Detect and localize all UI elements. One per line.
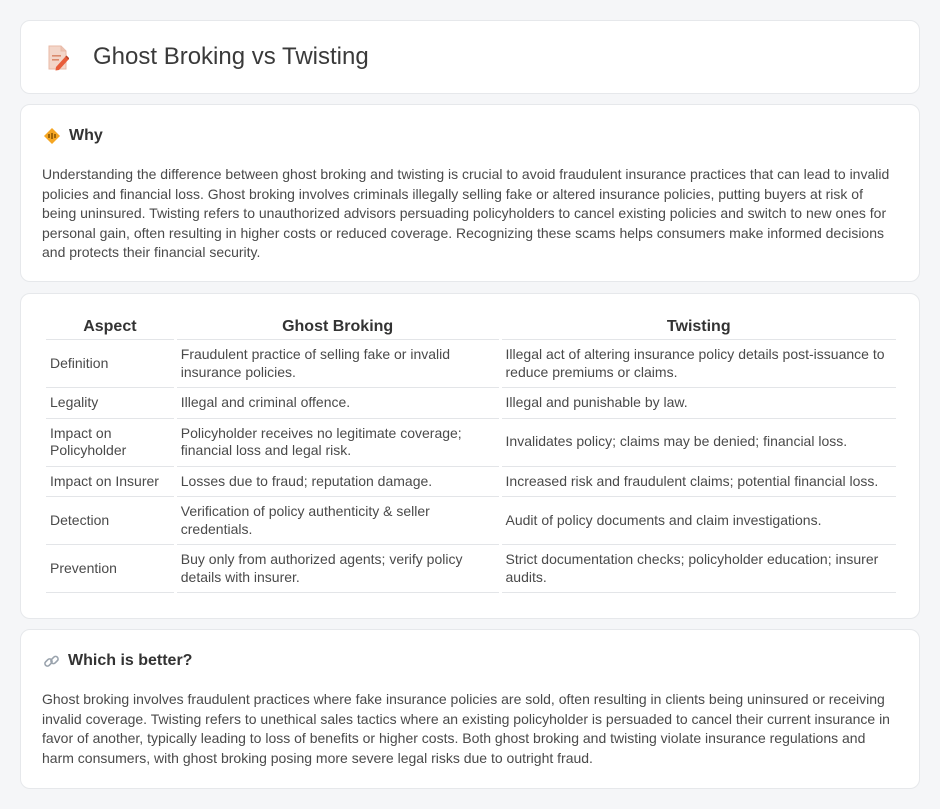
ghost-broking-cell: Verification of policy authenticity & se… <box>176 497 499 545</box>
link-icon <box>43 653 60 670</box>
ghost-broking-cell: Fraudulent practice of selling fake or i… <box>176 340 499 388</box>
comparison-table: Aspect Ghost Broking Twisting Definition… <box>43 316 899 593</box>
why-heading-label: Why <box>69 127 103 144</box>
aspect-cell: Definition <box>46 340 174 388</box>
table-row: Impact on Insurer Losses due to fraud; r… <box>46 467 896 497</box>
table-header-row: Aspect Ghost Broking Twisting <box>46 316 896 340</box>
table-row: Definition Fraudulent practice of sellin… <box>46 340 896 388</box>
column-header-aspect: Aspect <box>46 316 174 340</box>
twisting-cell: Invalidates policy; claims may be denied… <box>501 419 896 467</box>
twisting-cell: Illegal and punishable by law. <box>501 388 896 419</box>
column-header-ghost-broking: Ghost Broking <box>176 316 499 340</box>
twisting-cell: Increased risk and fraudulent claims; po… <box>501 467 896 497</box>
aspect-cell: Impact on Insurer <box>46 467 174 497</box>
column-header-twisting: Twisting <box>501 316 896 340</box>
twisting-cell: Strict documentation checks; policyholde… <box>501 545 896 593</box>
warning-diamond-icon <box>43 127 61 145</box>
aspect-cell: Detection <box>46 497 174 545</box>
why-section: Why Understanding the difference between… <box>20 104 920 282</box>
table-row: Detection Verification of policy authent… <box>46 497 896 545</box>
ghost-broking-cell: Buy only from authorized agents; verify … <box>176 545 499 593</box>
better-heading: Which is better? <box>43 652 192 670</box>
table-row: Prevention Buy only from authorized agen… <box>46 545 896 593</box>
table-row: Legality Illegal and criminal offence. I… <box>46 388 896 419</box>
ghost-broking-cell: Illegal and criminal offence. <box>176 388 499 419</box>
document-pencil-icon <box>47 45 70 71</box>
ghost-broking-cell: Policyholder receives no legitimate cove… <box>176 419 499 467</box>
why-heading: Why <box>43 127 103 145</box>
better-heading-label: Which is better? <box>68 652 193 669</box>
page-title: Ghost Broking vs Twisting <box>93 43 369 70</box>
comparison-section: Aspect Ghost Broking Twisting Definition… <box>20 293 920 619</box>
twisting-cell: Illegal act of altering insurance policy… <box>501 340 896 388</box>
better-text: Ghost broking involves fraudulent practi… <box>42 691 890 766</box>
twisting-cell: Audit of policy documents and claim inve… <box>501 497 896 545</box>
aspect-cell: Prevention <box>46 545 174 593</box>
ghost-broking-cell: Losses due to fraud; reputation damage. <box>176 467 499 497</box>
header-card: Ghost Broking vs Twisting <box>20 20 920 94</box>
table-row: Impact on Policyholder Policyholder rece… <box>46 419 896 467</box>
aspect-cell: Impact on Policyholder <box>46 419 174 467</box>
why-text: Understanding the difference between gho… <box>42 166 890 260</box>
which-is-better-section: Which is better? Ghost broking involves … <box>20 629 920 789</box>
aspect-cell: Legality <box>46 388 174 419</box>
